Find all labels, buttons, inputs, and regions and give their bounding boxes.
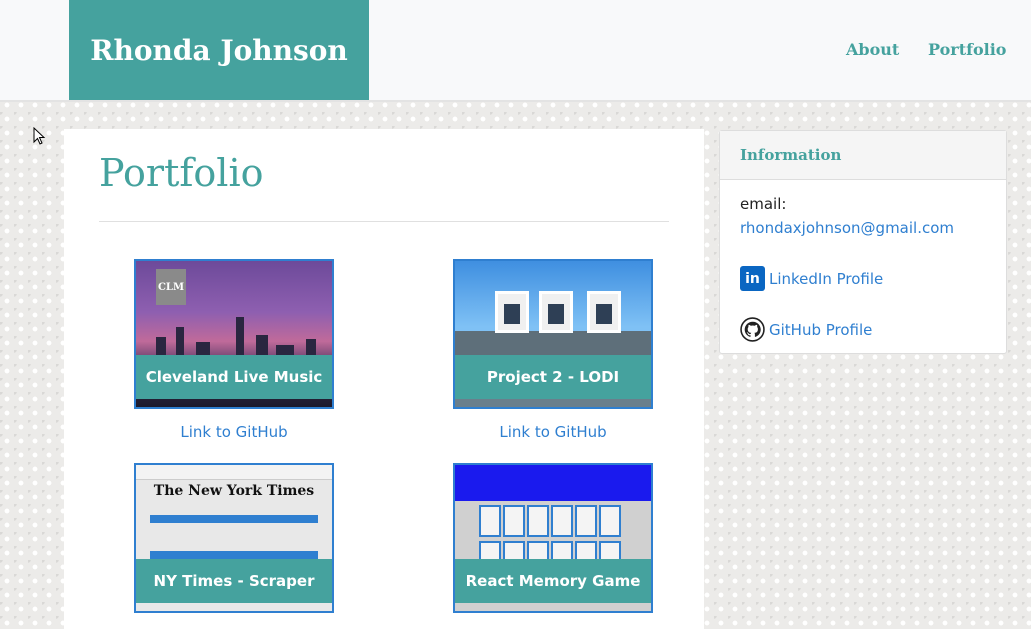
linkedin-profile-link[interactable]: in LinkedIn Profile xyxy=(740,266,883,291)
github-link[interactable]: Link to GitHub xyxy=(453,423,653,441)
linkedin-icon: in xyxy=(740,266,765,291)
information-heading: Information xyxy=(720,131,1006,180)
clm-badge: CLM xyxy=(156,269,186,305)
project-title: Project 2 - LODI xyxy=(455,355,651,399)
navbar: Rhonda Johnson About Portfolio xyxy=(0,0,1031,102)
information-panel: Information email: rhondaxjohnson@gmail.… xyxy=(719,130,1007,354)
nyt-masthead: The New York Times xyxy=(153,483,315,499)
page-title: Portfolio xyxy=(99,151,264,195)
portfolio-panel: Portfolio CLM Cleveland Live Music Link … xyxy=(64,129,704,629)
project-thumbnail[interactable]: Project 2 - LODI xyxy=(453,259,653,409)
project-thumbnail[interactable]: CLM Cleveland Live Music xyxy=(134,259,334,409)
project-card-cleveland: CLM Cleveland Live Music Link to GitHub xyxy=(134,259,334,441)
email-link[interactable]: rhondaxjohnson@gmail.com xyxy=(740,219,954,237)
project-thumbnail[interactable]: The New York Times NY Times - Scraper xyxy=(134,463,334,613)
github-profile-link[interactable]: GitHub Profile xyxy=(740,317,872,342)
project-title: React Memory Game xyxy=(455,559,651,603)
project-title: NY Times - Scraper xyxy=(136,559,332,603)
nav-link-about[interactable]: About xyxy=(846,40,899,59)
mouse-cursor-icon xyxy=(33,127,46,145)
project-card-nytimes: The New York Times NY Times - Scraper xyxy=(134,463,334,613)
project-title: Cleveland Live Music xyxy=(136,355,332,399)
project-card-memory-game: React Memory Game xyxy=(453,463,653,613)
github-label: GitHub Profile xyxy=(769,320,873,339)
title-divider xyxy=(99,221,669,222)
nav-link-portfolio[interactable]: Portfolio xyxy=(928,40,1006,59)
project-thumbnail[interactable]: React Memory Game xyxy=(453,463,653,613)
site-brand[interactable]: Rhonda Johnson xyxy=(69,0,369,100)
github-icon xyxy=(740,317,765,342)
github-link[interactable]: Link to GitHub xyxy=(134,423,334,441)
project-card-lodi: Project 2 - LODI Link to GitHub xyxy=(453,259,653,441)
linkedin-label: LinkedIn Profile xyxy=(769,269,884,288)
email-label: email: xyxy=(740,195,787,213)
